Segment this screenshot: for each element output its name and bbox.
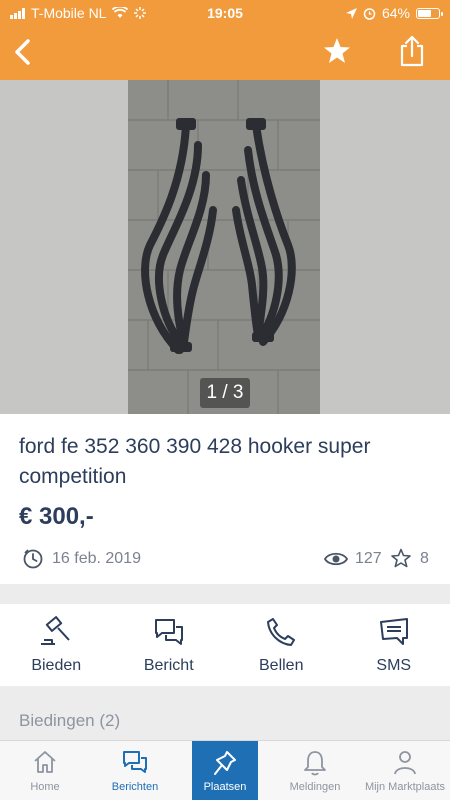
alarm-icon — [363, 7, 376, 20]
photo-counter: 1 / 3 — [200, 378, 250, 408]
bottom-tab-bar: Home Berichten Plaatsen Meldingen Mijn M… — [0, 740, 450, 800]
gavel-icon — [41, 616, 70, 645]
nav-bar — [0, 26, 450, 80]
listing-date: 16 feb. 2019 — [52, 550, 141, 567]
tab-place-ad-label: Plaatsen — [203, 781, 247, 793]
photo-gallery[interactable] — [0, 80, 450, 414]
favorite-count: 8 — [420, 550, 429, 567]
message-label: Bericht — [143, 657, 194, 674]
tab-home-label: Home — [30, 781, 60, 793]
tab-notifications-label: Meldingen — [289, 781, 341, 793]
tab-messages[interactable]: Berichten — [90, 741, 180, 800]
tab-my-account[interactable]: Mijn Marktplaats — [360, 741, 450, 800]
top-bar: T-Mobile NL 19:05 64% — [0, 0, 450, 80]
call-label: Bellen — [259, 657, 304, 674]
tab-place-ad[interactable]: Plaatsen — [192, 741, 258, 800]
bell-icon — [304, 751, 326, 776]
listing-title: ford fe 352 360 390 428 hooker super com… — [19, 435, 371, 488]
back-chevron-icon[interactable] — [6, 34, 42, 70]
sms-button[interactable]: SMS — [338, 604, 450, 686]
sms-label: SMS — [376, 657, 412, 674]
status-bar: T-Mobile NL 19:05 64% — [0, 0, 450, 26]
tab-messages-label: Berichten — [111, 781, 159, 793]
messages-icon — [123, 751, 147, 773]
tab-notifications[interactable]: Meldingen — [270, 741, 360, 800]
clock-icon — [23, 549, 43, 569]
phone-icon — [267, 618, 296, 646]
view-count: 127 — [355, 550, 382, 567]
star-outline-icon — [391, 548, 411, 568]
chat-icon — [154, 619, 183, 645]
eye-icon — [324, 552, 348, 566]
home-icon — [34, 751, 56, 773]
battery-icon — [416, 7, 443, 19]
bid-label: Bieden — [31, 657, 82, 674]
listing-meta: 16 feb. 2019 127 8 — [0, 540, 450, 580]
share-icon[interactable] — [396, 34, 428, 68]
message-button[interactable]: Bericht — [113, 604, 226, 686]
location-icon — [345, 7, 357, 19]
bids-section-header[interactable]: Biedingen (2) — [19, 711, 120, 731]
listing-price: € 300,- — [19, 503, 94, 530]
user-icon — [394, 751, 416, 775]
sms-icon — [379, 618, 408, 645]
contact-actions: Bieden Bericht Bellen SMS — [0, 604, 450, 686]
listing-photo — [128, 80, 320, 414]
pin-icon — [214, 751, 236, 775]
tab-my-account-label: Mijn Marktplaats — [364, 781, 446, 793]
bid-button[interactable]: Bieden — [0, 604, 113, 686]
battery-percent: 64% — [381, 5, 410, 21]
favorite-star-icon[interactable] — [322, 36, 352, 66]
call-button[interactable]: Bellen — [225, 604, 338, 686]
tab-home[interactable]: Home — [0, 741, 90, 800]
